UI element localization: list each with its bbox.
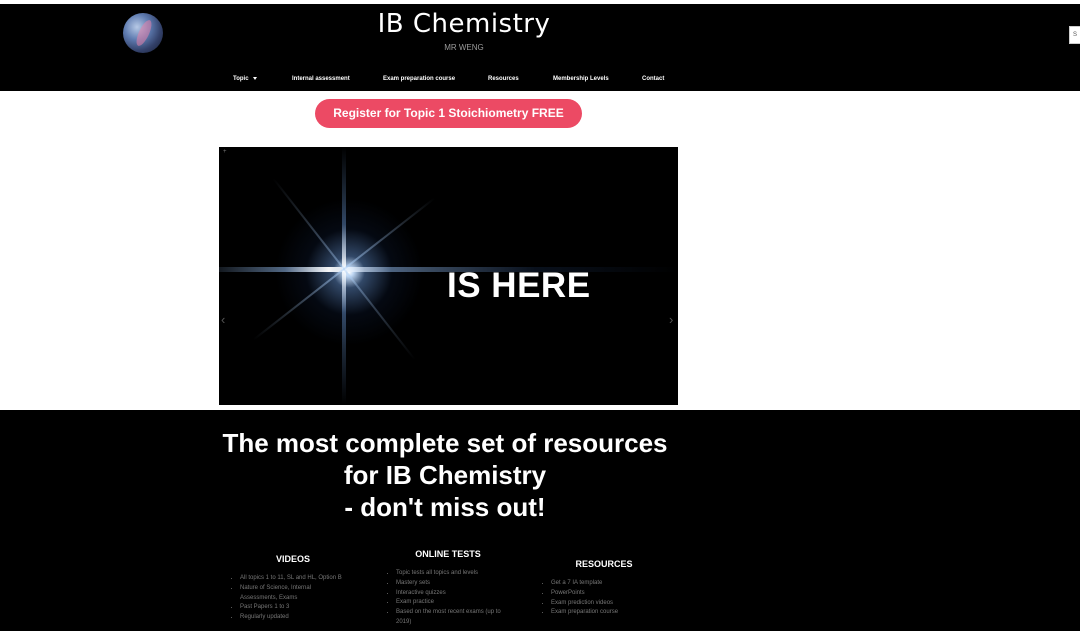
- resources-list: Get a 7 IA template PowerPoints Exam pre…: [539, 579, 618, 618]
- chevron-left-icon[interactable]: ‹: [221, 312, 225, 327]
- list-item: Based on the most recent exams (up to: [396, 608, 501, 618]
- list-item: Exam prediction videos: [551, 599, 618, 609]
- list-item: Exam preparation course: [551, 608, 618, 618]
- list-item: Nature of Science, Internal: [240, 584, 342, 594]
- list-item: All topics 1 to 11, SL and HL, Option B: [240, 574, 342, 584]
- slider-control-icon[interactable]: +: [223, 149, 227, 155]
- list-item: 2019): [396, 618, 412, 625]
- nav-item-resources[interactable]: Resources: [488, 76, 519, 82]
- list-item: Mastery sets: [396, 579, 501, 589]
- search-input[interactable]: S: [1069, 26, 1080, 44]
- nav-item-exam-preparation-course[interactable]: Exam preparation course: [383, 76, 455, 82]
- list-item: Get a 7 IA template: [551, 579, 618, 589]
- promo-heading-line: - don't miss out!: [344, 492, 546, 522]
- videos-column-title: VIDEOS: [275, 554, 310, 564]
- orb-logo-icon[interactable]: [123, 13, 163, 53]
- promo-heading-line: The most complete set of resources: [222, 428, 668, 458]
- list-item: Exam practice: [396, 598, 501, 608]
- image-slider[interactable]: IS HERE + ‹ ›: [219, 147, 678, 405]
- list-item: Past Papers 1 to 3: [240, 603, 342, 613]
- resources-column-title: RESOURCES: [575, 559, 633, 569]
- main-nav: Topic Internal assessment Exam preparati…: [0, 76, 1080, 88]
- list-item: Assessments, Exams: [240, 594, 298, 601]
- online-tests-list: Topic tests all topics and levels Master…: [384, 569, 501, 628]
- nav-item-topic[interactable]: Topic: [233, 76, 257, 82]
- nav-item-label: Topic: [233, 76, 249, 82]
- chevron-right-icon[interactable]: ›: [669, 312, 673, 327]
- chevron-down-icon: [252, 76, 257, 80]
- site-subtitle: MR WENG: [444, 43, 484, 52]
- site-header: IB Chemistry MR WENG Topic Internal asse…: [0, 4, 1080, 91]
- nav-item-contact[interactable]: Contact: [642, 76, 664, 82]
- lens-flare-glow: [269, 192, 429, 352]
- list-item: Regularly updated: [240, 613, 342, 623]
- nav-item-internal-assessment[interactable]: Internal assessment: [292, 76, 350, 82]
- list-item: PowerPoints: [551, 589, 618, 599]
- site-title[interactable]: IB Chemistry: [340, 9, 588, 39]
- promo-section: The most complete set of resources for I…: [0, 410, 1080, 631]
- register-button[interactable]: Register for Topic 1 Stoichiometry FREE: [315, 99, 582, 128]
- online-tests-column-title: ONLINE TESTS: [415, 549, 481, 559]
- videos-list: All topics 1 to 11, SL and HL, Option B …: [228, 574, 342, 623]
- list-item: Topic tests all topics and levels: [396, 569, 501, 579]
- promo-heading-line: for IB Chemistry: [343, 460, 547, 490]
- slider-headline: IS HERE: [447, 266, 591, 305]
- list-item: Interactive quizzes: [396, 589, 501, 599]
- lens-flare-beam: [342, 147, 346, 405]
- nav-item-membership-levels[interactable]: Membership Levels: [553, 76, 609, 82]
